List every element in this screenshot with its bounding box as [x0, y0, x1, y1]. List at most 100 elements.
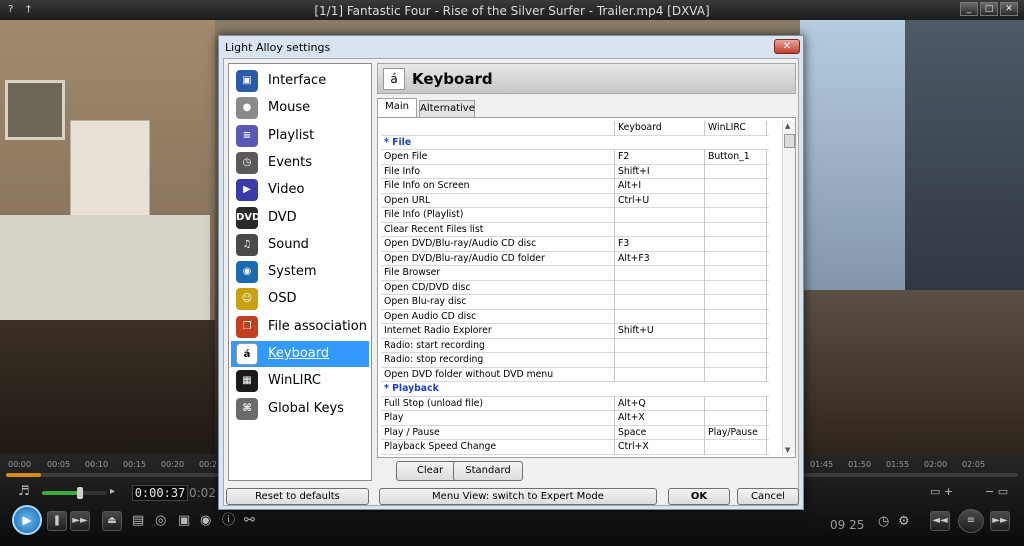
nav-item-events[interactable]: ◷ Events [231, 150, 369, 176]
table-row[interactable]: Open DVD/Blu-ray/Audio CD folder Alt+F3 [381, 251, 769, 266]
cell-keyboard[interactable]: Shift+I [615, 164, 705, 179]
close-window-button[interactable]: ✕ [1000, 2, 1018, 16]
cell-winlirc[interactable] [705, 338, 767, 353]
nav-item-osd[interactable]: ☺ OSD [231, 286, 369, 312]
tab-main[interactable]: Main [377, 98, 417, 117]
cell-winlirc[interactable] [705, 237, 767, 252]
settings-gear-icon[interactable]: ⚙ [898, 514, 910, 530]
cancel-button[interactable]: Cancel [737, 488, 799, 505]
table-row[interactable]: Play / Pause Space Play/Pause [381, 425, 769, 440]
cell-winlirc[interactable] [705, 440, 767, 455]
cell-winlirc[interactable] [705, 193, 767, 208]
scroll-up-icon[interactable]: ▲ [785, 122, 790, 130]
screen-size-icon[interactable]: ▭ + [930, 484, 953, 500]
cell-keyboard[interactable] [615, 309, 705, 324]
minimize-button[interactable]: _ [960, 2, 978, 16]
nav-item-interface[interactable]: ▣ Interface [231, 68, 369, 94]
next-button[interactable]: ►► [990, 511, 1010, 531]
volume-knob[interactable] [77, 487, 84, 499]
table-row[interactable]: File Browser [381, 266, 769, 281]
scroll-down-icon[interactable]: ▼ [785, 446, 790, 454]
cell-winlirc[interactable] [705, 222, 767, 237]
cell-winlirc[interactable]: Button_1 [705, 150, 767, 165]
cell-keyboard[interactable]: F3 [615, 237, 705, 252]
nav-item-file-association[interactable]: ❐ File association [231, 314, 369, 340]
previous-button[interactable]: ◄◄ [930, 511, 950, 531]
cell-winlirc[interactable] [705, 164, 767, 179]
nav-item-dvd[interactable]: DVD DVD [231, 205, 369, 231]
menu-view-button[interactable]: Menu View: switch to Expert Mode [379, 488, 657, 505]
table-row[interactable]: Open Audio CD disc [381, 309, 769, 324]
nav-item-playlist[interactable]: ≡ Playlist [231, 123, 369, 149]
cell-keyboard[interactable] [615, 338, 705, 353]
cell-keyboard[interactable] [615, 280, 705, 295]
cell-winlirc[interactable] [705, 208, 767, 223]
cell-winlirc[interactable] [705, 309, 767, 324]
table-row[interactable]: Open File F2 Button_1 [381, 150, 769, 165]
playlist-button[interactable]: ≡ [958, 509, 984, 533]
cell-keyboard[interactable]: Shift+U [615, 324, 705, 339]
scrollbar-thumb[interactable] [784, 134, 795, 148]
eject-button[interactable]: ⏏ [102, 511, 122, 531]
network-icon[interactable]: ⚯ [244, 513, 255, 529]
table-row[interactable]: Radio: start recording [381, 338, 769, 353]
table-row[interactable]: Internet Radio Explorer Shift+U [381, 324, 769, 339]
table-row[interactable]: Clear Recent Files list [381, 222, 769, 237]
cell-keyboard[interactable] [615, 208, 705, 223]
cell-keyboard[interactable]: Alt+F3 [615, 251, 705, 266]
cell-keyboard[interactable]: Alt+X [615, 411, 705, 426]
nav-item-video[interactable]: ▶ Video [231, 177, 369, 203]
cell-keyboard[interactable]: Alt+I [615, 179, 705, 194]
aspect-icon[interactable]: − ▭ [985, 484, 1008, 500]
cell-winlirc[interactable] [705, 295, 767, 310]
cell-winlirc[interactable] [705, 324, 767, 339]
cell-winlirc[interactable] [705, 266, 767, 281]
cell-keyboard[interactable]: Ctrl+X [615, 440, 705, 455]
table-row[interactable]: File Info (Playlist) [381, 208, 769, 223]
tab-alternative[interactable]: Alternative [419, 100, 475, 117]
cell-winlirc[interactable] [705, 280, 767, 295]
standard-button[interactable]: Standard [453, 461, 523, 481]
cell-keyboard[interactable] [615, 222, 705, 237]
volume-icon[interactable]: ♬ [18, 484, 30, 500]
nav-item-mouse[interactable]: ● Mouse [231, 95, 369, 121]
cell-keyboard[interactable] [615, 367, 705, 382]
dialog-close-button[interactable]: ✕ [774, 39, 800, 54]
table-section-row[interactable]: * Playback [381, 382, 769, 397]
table-row[interactable]: Open DVD folder without DVD menu [381, 367, 769, 382]
shortcut-table[interactable]: Keyboard WinLIRC * File Open File F2 Button… [381, 121, 769, 455]
cell-winlirc[interactable] [705, 251, 767, 266]
cell-winlirc[interactable] [705, 353, 767, 368]
play-button[interactable]: ▶ [12, 505, 42, 535]
nav-item-sound[interactable]: ♫ Sound [231, 232, 369, 258]
cell-keyboard[interactable]: F2 [615, 150, 705, 165]
cell-winlirc[interactable] [705, 411, 767, 426]
cell-keyboard[interactable] [615, 266, 705, 281]
scrollbar[interactable]: ▲ ▼ [782, 121, 795, 455]
cell-winlirc[interactable]: Play/Pause [705, 425, 767, 440]
table-row[interactable]: Full Stop (unload file) Alt+Q [381, 396, 769, 411]
restore-button[interactable]: □ [980, 2, 998, 16]
table-row[interactable]: Playback Speed Change Ctrl+X [381, 440, 769, 455]
cell-winlirc[interactable] [705, 179, 767, 194]
column-header-keyboard[interactable]: Keyboard [615, 121, 705, 136]
disc-icon[interactable]: ◎ [155, 513, 166, 529]
cell-winlirc[interactable] [705, 396, 767, 411]
fast-forward-button[interactable]: ►► [70, 511, 90, 531]
cell-keyboard[interactable] [615, 353, 705, 368]
table-row[interactable]: Open Blu-ray disc [381, 295, 769, 310]
camera-icon[interactable]: ◉ [200, 513, 211, 529]
info-icon[interactable]: ⓘ [222, 513, 235, 529]
table-section-row[interactable]: * File [381, 136, 769, 150]
table-row[interactable]: File Info on Screen Alt+I [381, 179, 769, 194]
current-time-display[interactable]: 0:00:37 [132, 485, 188, 501]
ok-button[interactable]: OK [668, 488, 730, 505]
pause-step-button[interactable]: ❚ [47, 511, 67, 531]
table-row[interactable]: Open CD/DVD disc [381, 280, 769, 295]
table-row[interactable]: Open DVD/Blu-ray/Audio CD disc F3 [381, 237, 769, 252]
volume-slider[interactable] [42, 487, 106, 499]
picture-icon[interactable]: ▣ [178, 513, 190, 529]
table-row[interactable]: File Info Shift+I [381, 164, 769, 179]
nav-item-winlirc[interactable]: ▦ WinLIRC [231, 368, 369, 394]
cell-keyboard[interactable]: Alt+Q [615, 396, 705, 411]
